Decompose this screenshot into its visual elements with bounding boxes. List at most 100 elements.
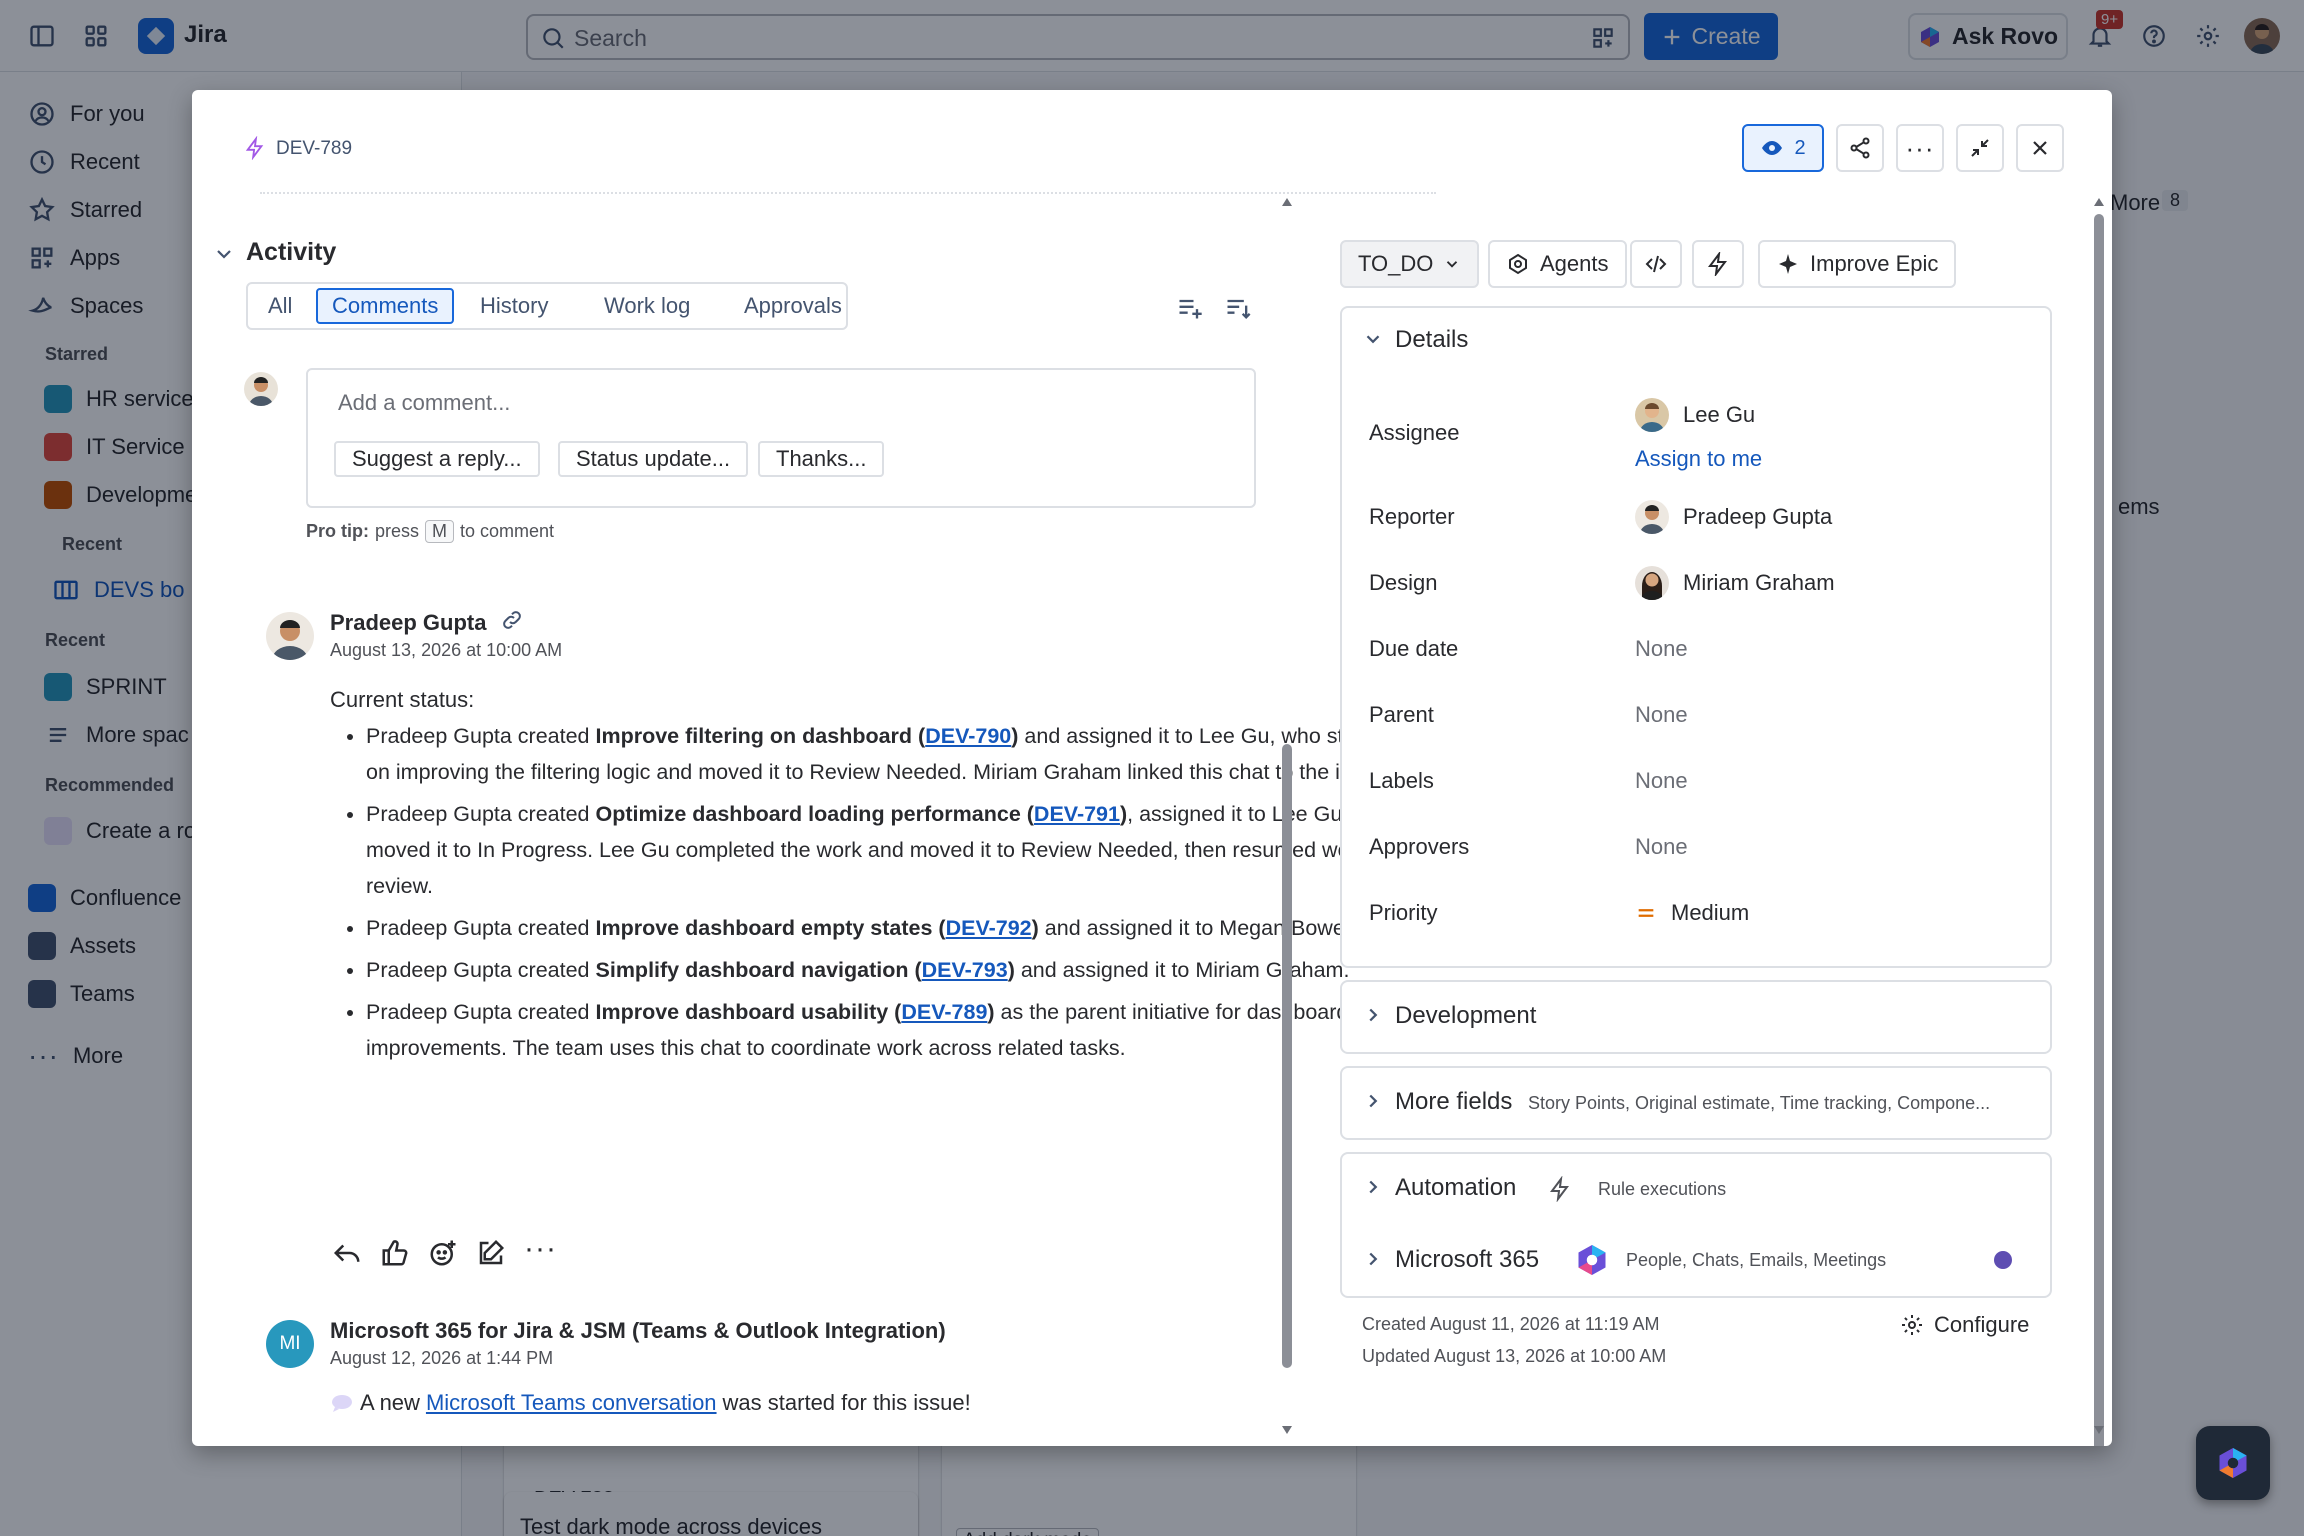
scroll-up-arrow-icon[interactable]	[2092, 196, 2106, 208]
field-label: Design	[1369, 570, 1438, 595]
comment-author-avatar[interactable]	[266, 612, 314, 660]
suggest-reply-chip[interactable]: Suggest a reply...	[334, 441, 540, 477]
bullet-bold: Simplify dashboard navigation (	[595, 958, 922, 982]
comment-intro: Current status:	[330, 687, 475, 712]
labels-value[interactable]: None	[1635, 768, 1688, 794]
assign-to-me-link[interactable]: Assign to me	[1635, 446, 1762, 472]
comment-author[interactable]: Pradeep Gupta	[330, 610, 486, 636]
agents-button[interactable]: Agents	[1488, 240, 1627, 288]
reply-icon[interactable]	[332, 1238, 362, 1268]
comment-date: August 12, 2026 at 1:44 PM	[330, 1348, 554, 1368]
comment-text: was started for this issue!	[722, 1390, 971, 1415]
tab-work-log[interactable]: Work log	[590, 288, 704, 324]
issue-link[interactable]: DEV-789	[901, 1000, 987, 1024]
chevron-down-icon[interactable]	[1362, 328, 1384, 350]
scroll-down-arrow-icon[interactable]	[2092, 1424, 2106, 1436]
tab-history[interactable]: History	[466, 288, 562, 324]
issue-link[interactable]: DEV-791	[1034, 802, 1120, 826]
issue-key[interactable]: DEV-789	[276, 138, 352, 160]
comment-author[interactable]: Microsoft 365 for Jira & JSM (Teams & Ou…	[330, 1318, 946, 1344]
gear-icon	[1902, 1315, 1922, 1335]
field-label: Priority	[1369, 900, 1438, 925]
teams-conversation-link[interactable]: Microsoft Teams conversation	[426, 1390, 717, 1416]
thanks-chip[interactable]: Thanks...	[758, 441, 885, 477]
watchers-count: 2	[1794, 136, 1806, 159]
pro-tip-text: to comment	[460, 521, 555, 541]
issue-link[interactable]: DEV-793	[922, 958, 1008, 982]
scroll-down-arrow-icon[interactable]	[1280, 1424, 1294, 1436]
reporter-avatar	[1635, 500, 1669, 534]
comment-input[interactable]: Add a comment... Suggest a reply... Stat…	[306, 368, 1256, 508]
comment-more-dots-icon[interactable]: ···	[524, 1232, 557, 1266]
link-icon[interactable]	[500, 608, 524, 632]
minimize-button[interactable]	[1956, 124, 2004, 172]
details-title[interactable]: Details	[1395, 326, 1468, 354]
due-date-value[interactable]: None	[1635, 636, 1688, 662]
status-update-chip[interactable]: Status update...	[558, 441, 749, 477]
bullet-text: Pradeep Gupta created	[366, 958, 596, 982]
speech-bubble-icon	[332, 1395, 352, 1412]
field-label: Assignee	[1369, 420, 1460, 445]
improve-epic-button[interactable]: Improve Epic	[1758, 240, 1957, 288]
more-fields-summary: Story Points, Original estimate, Time tr…	[1528, 1093, 1991, 1113]
add-filter-icon[interactable]	[1176, 294, 1204, 322]
thumbs-up-icon[interactable]	[380, 1238, 410, 1268]
tab-comments[interactable]: Comments	[316, 288, 455, 324]
chevron-right-icon[interactable]	[1362, 1176, 1384, 1198]
section-divider	[260, 192, 1436, 194]
integration-avatar[interactable]: MI	[266, 1320, 314, 1368]
bullet-bold: )	[987, 1000, 995, 1024]
details-scrollbar[interactable]	[2094, 214, 2104, 1446]
status-dropdown[interactable]: TO_DO	[1340, 240, 1480, 288]
more-actions-button[interactable]: ···	[1896, 124, 1944, 172]
collapse-arrows-icon	[1971, 139, 1989, 157]
bullet-bold: Optimize dashboard loading performance (	[595, 802, 1034, 826]
tab-all[interactable]: All	[254, 288, 306, 324]
edit-icon[interactable]	[476, 1238, 506, 1268]
current-user-avatar	[244, 372, 278, 406]
chevron-right-icon[interactable]	[1362, 1248, 1384, 1270]
design-value[interactable]: Miriam Graham	[1635, 566, 1835, 600]
comment-placeholder: Add a comment...	[338, 390, 511, 415]
lightning-icon	[1708, 252, 1727, 276]
bullet-bold: Improve dashboard empty states (	[595, 916, 946, 940]
list-item: Pradeep Gupta created Improve dashboard …	[366, 910, 1458, 946]
scroll-up-arrow-icon[interactable]	[1280, 196, 1294, 208]
share-button[interactable]	[1836, 124, 1884, 172]
chevron-down-icon	[1447, 261, 1458, 268]
pro-tip-text: press	[375, 521, 420, 541]
close-icon	[2033, 141, 2047, 155]
field-label: Approvers	[1369, 834, 1470, 859]
reporter-value[interactable]: Pradeep Gupta	[1635, 500, 1832, 534]
comment-text: A new	[360, 1390, 420, 1415]
priority-value[interactable]: Medium	[1635, 900, 1749, 926]
close-button[interactable]	[2016, 124, 2064, 172]
parent-value[interactable]: None	[1635, 702, 1688, 728]
microsoft-365-title[interactable]: Microsoft 365	[1395, 1246, 1539, 1274]
approvers-value[interactable]: None	[1635, 834, 1688, 860]
assignee-avatar	[1635, 398, 1669, 432]
code-icon	[1645, 255, 1667, 273]
assignee-value[interactable]: Lee Gu	[1635, 398, 1755, 432]
bullet-text: Pradeep Gupta created	[366, 724, 596, 748]
more-fields-title[interactable]: More fields	[1395, 1088, 1512, 1116]
tab-approvals[interactable]: Approvals	[730, 288, 856, 324]
activity-scrollbar[interactable]	[1282, 744, 1292, 1368]
add-reaction-icon[interactable]	[428, 1238, 458, 1268]
assignee-name: Lee Gu	[1683, 402, 1756, 427]
rovo-chat-button[interactable]	[2196, 1426, 2270, 1500]
design-avatar	[1635, 566, 1669, 600]
chevron-down-icon[interactable]	[212, 242, 236, 266]
development-title[interactable]: Development	[1395, 1002, 1536, 1030]
bullet-text: Pradeep Gupta created	[366, 916, 596, 940]
issue-link[interactable]: DEV-792	[946, 916, 1032, 940]
automation-button[interactable]	[1692, 240, 1744, 288]
automation-title[interactable]: Automation	[1395, 1174, 1516, 1202]
configure-button[interactable]: Configure	[1900, 1312, 2029, 1338]
eye-icon	[1762, 141, 1783, 155]
chevron-right-icon	[1369, 1094, 1378, 1108]
sort-icon[interactable]	[1224, 294, 1252, 322]
code-button[interactable]	[1630, 240, 1682, 288]
issue-link[interactable]: DEV-790	[925, 724, 1011, 748]
watchers-button[interactable]: 2	[1742, 124, 1824, 172]
